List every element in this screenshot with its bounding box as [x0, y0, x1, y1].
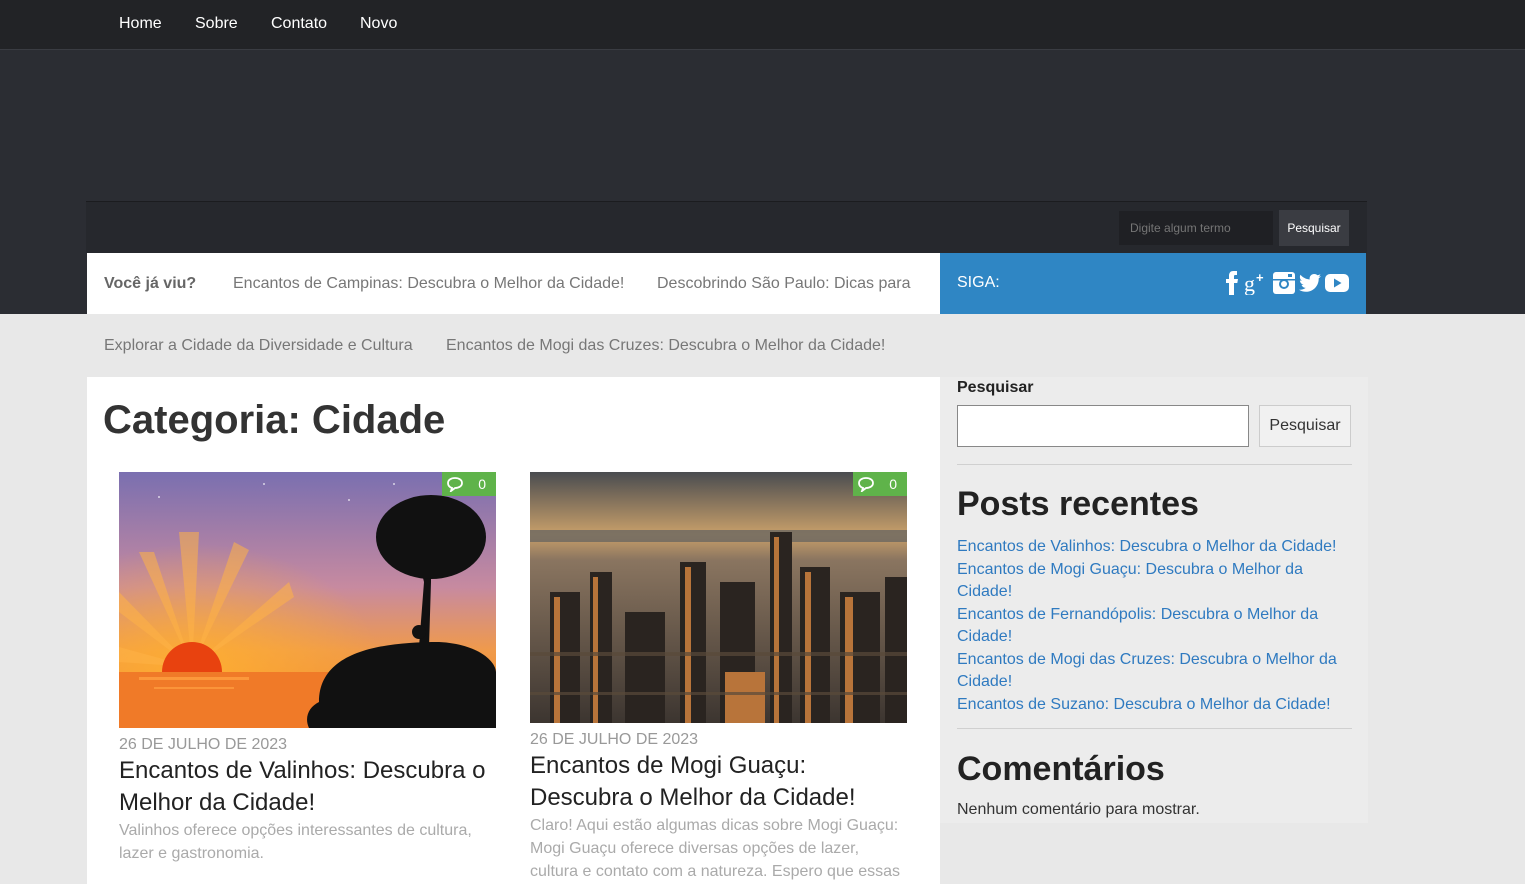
sidebar-search-button[interactable]: Pesquisar [1259, 405, 1351, 447]
comments-icon [858, 477, 874, 492]
header-search-button[interactable]: Pesquisar [1279, 210, 1349, 246]
post-thumbnail[interactable]: 0 [530, 472, 907, 723]
sunset-silhouette-image [119, 472, 496, 728]
recent-post-link[interactable]: Encantos de Mogi Guaçu: Descubra o Melho… [957, 559, 1352, 604]
recent-posts-list: Encantos de Valinhos: Descubra o Melhor … [957, 536, 1352, 716]
post-date: 26 DE JULHO DE 2023 [530, 731, 699, 748]
nav-contato[interactable]: Contato [271, 15, 327, 33]
nav-sobre[interactable]: Sobre [195, 15, 238, 33]
facebook-icon[interactable] [1220, 271, 1244, 295]
ticker-label: Você já viu? [104, 275, 197, 292]
divider [957, 728, 1352, 729]
page-title: Categoria: Cidade [103, 398, 446, 442]
google-plus-icon[interactable]: g + [1244, 271, 1270, 295]
header-search-input[interactable] [1119, 211, 1273, 245]
ticker-item[interactable]: Encantos de Mogi das Cruzes: Descubra o … [446, 337, 885, 355]
ticker-item[interactable]: Encantos de Campinas: Descubra o Melhor … [233, 275, 624, 293]
twitter-icon[interactable] [1298, 271, 1322, 295]
post-excerpt: Valinhos oferece opções interessantes de… [119, 822, 472, 862]
recent-post-link[interactable]: Encantos de Mogi das Cruzes: Descubra o … [957, 649, 1352, 694]
follow-label: SIGA: [957, 274, 1000, 291]
comments-heading: Comentários [957, 750, 1165, 788]
post-title[interactable]: Encantos de Valinhos: Descubra o Melhor … [119, 755, 489, 819]
post-title[interactable]: Encantos de Mogi Guaçu: Descubra o Melho… [530, 750, 905, 814]
comment-count-badge[interactable]: 0 [853, 472, 907, 496]
comment-count: 0 [889, 476, 897, 492]
ticker-item[interactable]: Explorar a Cidade da Diversidade e Cultu… [104, 337, 413, 355]
header-search-bar: Pesquisar [86, 201, 1367, 253]
city-aerial-image [530, 472, 907, 723]
comment-count: 0 [478, 476, 486, 492]
ticker-item[interactable]: Descobrindo São Paulo: Dicas para [657, 275, 910, 293]
no-comments-text: Nenhum comentário para mostrar. [957, 801, 1200, 818]
post-thumbnail[interactable]: 0 [119, 472, 496, 728]
recent-post-link[interactable]: Encantos de Suzano: Descubra o Melhor da… [957, 694, 1352, 717]
recent-post-link[interactable]: Encantos de Fernandópolis: Descubra o Me… [957, 604, 1352, 649]
recent-post-link[interactable]: Encantos de Valinhos: Descubra o Melhor … [957, 536, 1352, 559]
nav-novo[interactable]: Novo [360, 15, 397, 33]
comments-icon [447, 477, 463, 492]
svg-text:g: g [1244, 271, 1255, 295]
sidebar-search-input[interactable] [957, 405, 1249, 447]
recent-posts-heading: Posts recentes [957, 485, 1199, 523]
youtube-icon[interactable] [1324, 271, 1350, 295]
follow-bar: SIGA: g + [940, 253, 1366, 314]
post-date: 26 DE JULHO DE 2023 [119, 736, 288, 753]
comment-count-badge[interactable]: 0 [442, 472, 496, 496]
post-excerpt: Claro! Aqui estão algumas dicas sobre Mo… [530, 817, 900, 880]
sidebar-search-label: Pesquisar [957, 379, 1034, 396]
top-navigation: Home Sobre Contato Novo [0, 0, 1525, 50]
divider [957, 464, 1352, 465]
nav-home[interactable]: Home [119, 15, 162, 33]
svg-text:+: + [1256, 271, 1264, 285]
instagram-icon[interactable] [1272, 271, 1296, 295]
